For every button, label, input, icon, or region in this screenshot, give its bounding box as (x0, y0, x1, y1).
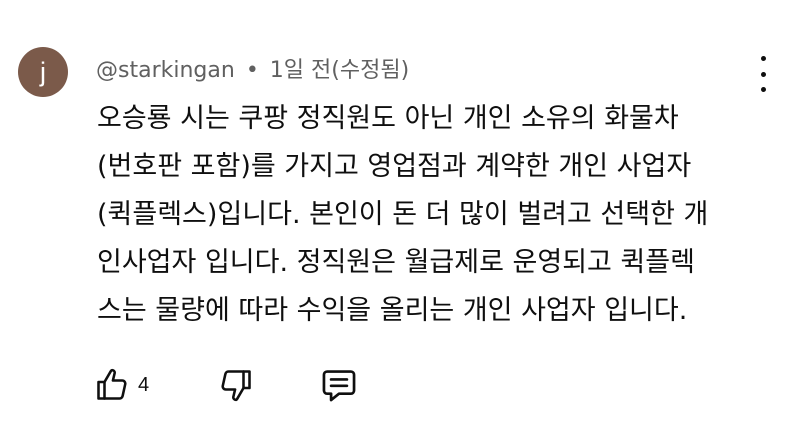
thumbs-down-icon (221, 370, 251, 402)
author-name[interactable]: @starkingan (96, 58, 235, 83)
more-vert-icon[interactable] (752, 56, 774, 92)
comment-text-line: (퀵플렉스)입니다. 본인이 돈 더 많이 벌려고 선택한 개 (97, 199, 709, 230)
comment-thread: j @starkingan • 1일 전(수정됨) 오승룡 시는 쿠팡 정직원도… (0, 0, 795, 432)
comment-text-line: 인사업자 입니다. 정직원은 월급제로 운영되고 퀵플렉 (97, 247, 695, 278)
like-button[interactable]: 4 (94, 365, 149, 405)
comment-timestamp[interactable]: 1일 전(수정됨) (270, 58, 409, 83)
reply-icon (322, 370, 356, 402)
avatar[interactable]: j (18, 47, 68, 97)
comment-text-line: 오승룡 시는 쿠팡 정직원도 아닌 개인 소유의 화물차 (97, 103, 679, 134)
dislike-button[interactable] (218, 365, 254, 405)
comment-text-line: 스는 물량에 따라 수익을 올리는 개인 사업자 입니다. (97, 295, 688, 326)
comment-text: 오승룡 시는 쿠팡 정직원도 아닌 개인 소유의 화물차 (번호판 포함)를 가… (97, 95, 757, 335)
like-count: 4 (138, 373, 150, 396)
thumbs-up-icon (97, 368, 127, 400)
reply-button[interactable] (320, 365, 358, 405)
comment-header: @starkingan • 1일 전(수정됨) (96, 52, 409, 84)
separator-dot: • (245, 58, 259, 83)
comment-text-line: (번호판 포함)를 가지고 영업점과 계약한 개인 사업자 (97, 151, 692, 182)
